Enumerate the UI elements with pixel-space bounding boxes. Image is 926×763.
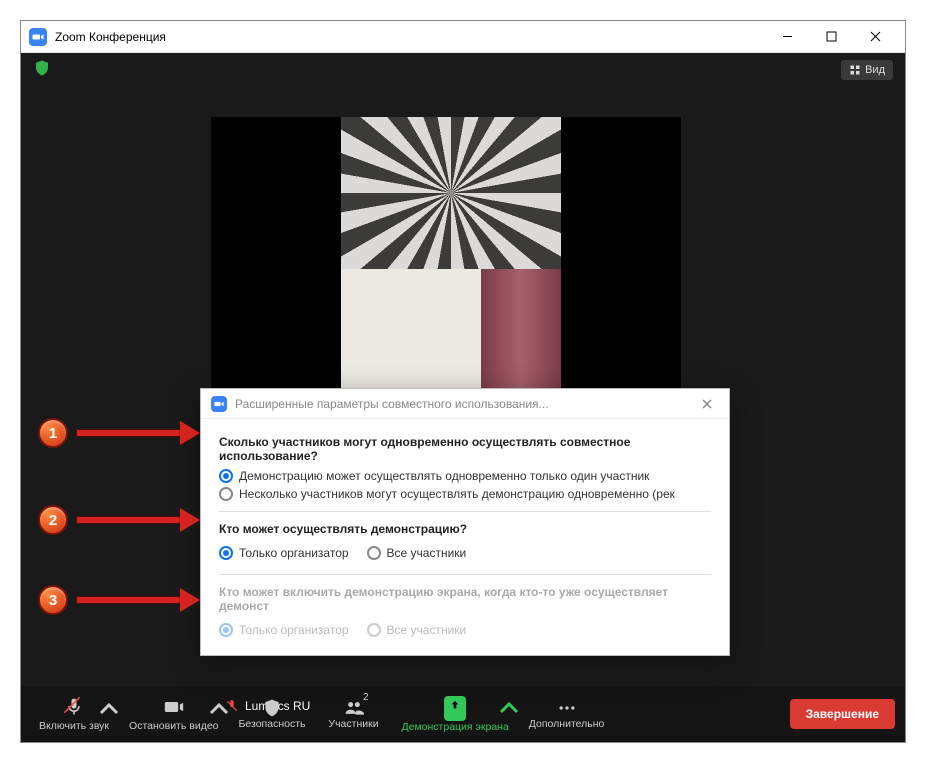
radio-icon — [219, 623, 233, 637]
radio-label: Все участники — [387, 623, 467, 637]
more-icon — [557, 698, 577, 718]
advanced-sharing-dialog: Расширенные параметры совместного исполь… — [200, 388, 730, 656]
view-label: Вид — [865, 64, 885, 76]
radio-icon — [367, 546, 381, 560]
chevron-up-icon[interactable] — [99, 699, 119, 719]
radio-label: Несколько участников могут осуществлять … — [239, 487, 675, 501]
annotation-arrow-2 — [76, 511, 200, 529]
security-button[interactable]: Безопасность — [231, 694, 314, 734]
minimize-button[interactable] — [765, 22, 809, 52]
radio-one-at-a-time[interactable]: Демонстрацию может осуществлять одноврем… — [219, 469, 711, 483]
chevron-up-icon[interactable] — [209, 699, 229, 719]
dialog-titlebar: Расширенные параметры совместного исполь… — [201, 389, 729, 419]
annotation-bullet-2: 2 — [38, 505, 68, 535]
radio-icon — [219, 487, 233, 501]
participants-count: 2 — [360, 692, 372, 703]
encryption-shield-icon[interactable] — [33, 59, 51, 82]
section1-heading: Сколько участников могут одновременно ос… — [219, 435, 711, 463]
grid-icon — [849, 64, 861, 76]
meeting-toolbar: Включить звук Остановить видео Безопасно… — [21, 686, 905, 742]
zoom-app-icon — [29, 28, 47, 46]
video-label: Остановить видео — [129, 720, 218, 732]
radio-icon — [219, 469, 233, 483]
camera-icon — [164, 697, 184, 717]
share-label: Демонстрация экрана — [402, 721, 509, 733]
dialog-close-button[interactable] — [695, 392, 719, 416]
radio-label: Демонстрацию может осуществлять одноврем… — [239, 469, 649, 483]
shield-icon — [262, 698, 282, 718]
radio-label: Все участники — [387, 546, 467, 560]
radio-label: Только организатор — [239, 623, 349, 637]
section2-heading: Кто может осуществлять демонстрацию? — [219, 522, 711, 536]
more-button[interactable]: Дополнительно — [521, 694, 613, 734]
annotation-bullet-3: 3 — [38, 585, 68, 615]
audio-label: Включить звук — [39, 720, 109, 732]
divider — [219, 511, 711, 512]
zoom-app-icon — [211, 396, 227, 412]
radio-all-participants[interactable]: Все участники — [367, 546, 467, 560]
radio-host-only-disabled: Только организатор — [219, 623, 349, 637]
radio-icon — [219, 546, 233, 560]
radio-all-participants-disabled: Все участники — [367, 623, 467, 637]
window-title: Zoom Конференция — [55, 30, 166, 44]
annotation-arrow-3 — [76, 591, 200, 609]
divider — [219, 574, 711, 575]
end-meeting-button[interactable]: Завершение — [790, 699, 895, 729]
video-button[interactable]: Остановить видео — [121, 693, 226, 736]
share-screen-button[interactable]: Демонстрация экрана — [394, 692, 517, 737]
chevron-up-icon[interactable] — [499, 698, 519, 718]
dialog-body: Сколько участников могут одновременно ос… — [201, 419, 729, 655]
view-toggle-button[interactable]: Вид — [841, 60, 893, 80]
maximize-button[interactable] — [809, 22, 853, 52]
participants-button[interactable]: 2 Участники — [318, 694, 390, 734]
security-label: Безопасность — [239, 718, 306, 730]
more-label: Дополнительно — [529, 718, 605, 730]
titlebar: Zoom Конференция — [21, 21, 905, 53]
annotation-bullet-1: 1 — [38, 418, 68, 448]
annotation-arrow-1 — [76, 424, 200, 442]
share-icon — [447, 699, 463, 715]
radio-label: Только организатор — [239, 546, 349, 560]
radio-multiple[interactable]: Несколько участников могут осуществлять … — [219, 487, 711, 501]
section3-heading: Кто может включить демонстрацию экрана, … — [219, 585, 711, 613]
close-button[interactable] — [853, 22, 897, 52]
conference-topbar: Вид — [21, 53, 905, 87]
radio-icon — [367, 623, 381, 637]
radio-host-only[interactable]: Только организатор — [219, 546, 349, 560]
audio-button[interactable]: Включить звук — [31, 693, 117, 736]
participants-label: Участники — [328, 718, 378, 730]
dialog-title: Расширенные параметры совместного исполь… — [235, 397, 695, 411]
